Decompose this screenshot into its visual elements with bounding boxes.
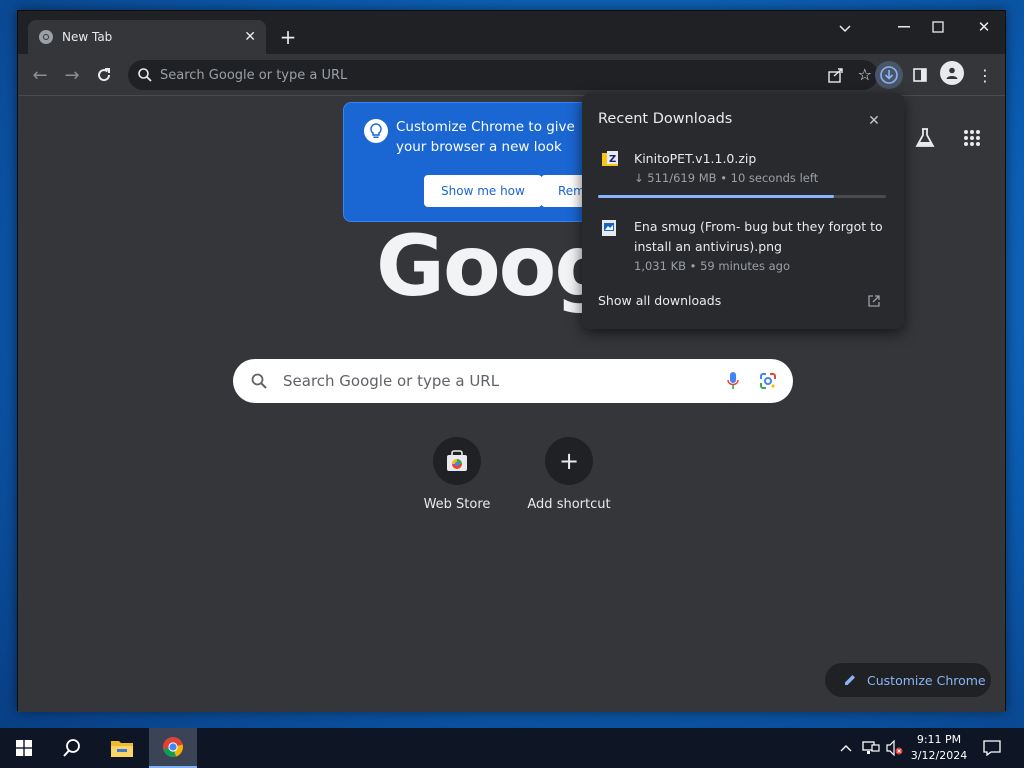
share-icon[interactable]	[828, 67, 844, 83]
promo-text: Customize Chrome to give your browser a …	[396, 119, 575, 155]
reload-icon[interactable]	[92, 63, 116, 87]
taskbar-search-button[interactable]	[48, 728, 96, 768]
back-icon[interactable]: ←	[28, 63, 52, 87]
zip-file-icon: Z	[602, 151, 618, 167]
network-icon[interactable]	[860, 736, 882, 760]
chrome-window: New Tab ✕ + ✕ ← → ☆	[17, 10, 1006, 712]
download-status: ↓ 511/619 MB • 10 seconds left	[634, 171, 819, 185]
open-external-icon[interactable]	[868, 295, 880, 307]
menu-kebab-icon[interactable]: ⋮	[973, 63, 997, 87]
download-progress-bar	[598, 195, 886, 198]
bookmark-star-icon[interactable]: ☆	[858, 65, 872, 84]
tab-new-tab[interactable]: New Tab ✕	[28, 20, 266, 54]
pencil-icon	[843, 673, 857, 687]
search-icon	[138, 68, 152, 82]
folder-icon	[111, 739, 133, 757]
chrome-favicon-icon	[38, 29, 54, 45]
download-item[interactable]: Ena smug (From- bug but they forgot to i…	[598, 217, 888, 277]
file-explorer-button[interactable]	[98, 728, 146, 768]
tab-strip: New Tab ✕ + ✕	[18, 11, 1005, 54]
customize-chrome-button[interactable]: Customize Chrome	[825, 663, 991, 697]
shortcut-label: Add shortcut	[527, 497, 611, 512]
tab-close-icon[interactable]: ✕	[244, 29, 256, 45]
downloads-title: Recent Downloads	[598, 111, 733, 127]
google-search-input[interactable]	[283, 372, 727, 390]
windows-taskbar: 9:11 PM 3/12/2024	[0, 728, 1024, 768]
image-file-icon	[602, 220, 616, 236]
plus-icon: +	[558, 447, 580, 475]
close-window-button[interactable]: ✕	[970, 15, 998, 39]
side-panel-icon[interactable]	[908, 63, 932, 87]
labs-flask-icon[interactable]	[911, 124, 939, 152]
download-status: 1,031 KB • 59 minutes ago	[634, 259, 790, 273]
google-lens-icon[interactable]	[759, 372, 777, 390]
volume-muted-icon[interactable]	[884, 736, 906, 760]
search-icon	[62, 738, 82, 758]
download-item[interactable]: Z KinitoPET.v1.1.0.zip ↓ 511/619 MB • 10…	[598, 149, 888, 189]
google-search-box[interactable]	[233, 359, 793, 403]
new-tab-button[interactable]: +	[276, 25, 300, 49]
web-store-icon	[446, 450, 468, 472]
show-all-downloads-link[interactable]: Show all downloads	[598, 293, 721, 308]
svg-text:Z: Z	[609, 154, 616, 165]
chrome-logo-icon	[162, 736, 184, 758]
apps-grid-icon[interactable]	[958, 124, 986, 152]
chrome-taskbar-button[interactable]	[149, 728, 197, 768]
lightbulb-icon	[364, 119, 388, 143]
notifications-icon[interactable]	[980, 736, 1004, 760]
tab-search-chevron-icon[interactable]	[833, 17, 857, 41]
start-button[interactable]	[0, 728, 48, 768]
shortcut-web-store[interactable]: Web Store	[407, 437, 507, 512]
customize-chrome-label: Customize Chrome	[867, 672, 986, 688]
clock-time: 9:11 PM	[916, 733, 962, 746]
voice-search-mic-icon[interactable]	[727, 372, 739, 390]
omnibox[interactable]: ☆	[128, 60, 878, 90]
browser-toolbar: ← → ☆ ⋮	[18, 54, 1005, 96]
clock-date: 3/12/2024	[910, 749, 968, 762]
search-icon	[251, 373, 267, 389]
recent-downloads-bubble: Recent Downloads ✕ Z KinitoPET.v1.1.0.zi…	[582, 93, 904, 329]
new-tab-page: Google Web Store + A	[18, 93, 1005, 712]
profile-avatar[interactable]	[940, 61, 964, 85]
forward-icon[interactable]: →	[60, 63, 84, 87]
show-hidden-icons-chevron-icon[interactable]	[836, 736, 856, 760]
maximize-button[interactable]	[924, 15, 952, 39]
tab-title: New Tab	[62, 30, 113, 44]
add-shortcut-tile: +	[545, 437, 593, 485]
system-clock[interactable]: 9:11 PM 3/12/2024	[908, 732, 970, 764]
shortcut-label: Web Store	[423, 497, 491, 512]
customize-chrome-promo: Customize Chrome to give your browser a …	[343, 102, 598, 222]
shortcut-add[interactable]: + Add shortcut	[519, 437, 619, 512]
download-filename: KinitoPET.v1.1.0.zip	[634, 151, 757, 166]
download-filename: Ena smug (From- bug but they forgot to i…	[634, 219, 883, 254]
download-progress-fill	[598, 195, 835, 198]
show-me-how-button[interactable]: Show me how	[424, 175, 542, 207]
minimize-button[interactable]	[890, 15, 918, 39]
downloads-icon[interactable]	[875, 61, 903, 89]
windows-logo-icon	[16, 740, 32, 756]
web-store-tile	[433, 437, 481, 485]
omnibox-input[interactable]	[160, 67, 760, 83]
close-icon[interactable]: ✕	[864, 111, 884, 131]
